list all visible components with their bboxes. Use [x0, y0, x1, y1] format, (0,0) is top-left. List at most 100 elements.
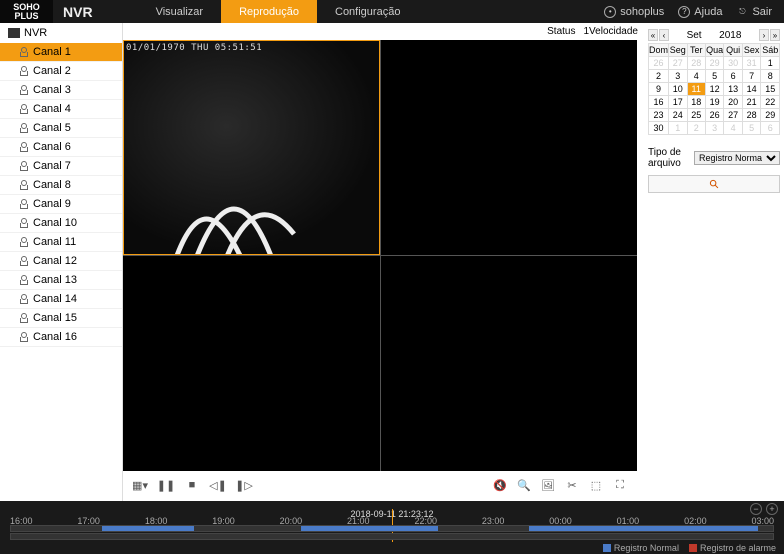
timeline[interactable]: − + 2018-09-11 21:23:12 16:0017:0018:001…: [0, 501, 784, 554]
video-cell-4[interactable]: [381, 256, 638, 471]
cal-day[interactable]: 16: [649, 96, 669, 109]
channel-item-3[interactable]: Canal 3: [0, 81, 122, 100]
cal-day[interactable]: 14: [742, 83, 761, 96]
channel-item-1[interactable]: Canal 1: [0, 43, 122, 62]
cal-day[interactable]: 27: [669, 57, 688, 70]
video-cell-2[interactable]: [381, 40, 638, 255]
cal-day[interactable]: 7: [742, 70, 761, 83]
cal-day[interactable]: 6: [761, 122, 780, 135]
cal-next-year[interactable]: »: [770, 29, 780, 41]
channel-item-15[interactable]: Canal 15: [0, 309, 122, 328]
layout-button[interactable]: ▦▾: [133, 478, 147, 492]
brand-label: NVR: [63, 4, 93, 20]
clip-icon[interactable]: ✂: [565, 478, 579, 492]
cal-day[interactable]: 19: [705, 96, 724, 109]
cal-day[interactable]: 28: [687, 57, 705, 70]
fullscreen-icon[interactable]: ⛶: [613, 478, 627, 492]
timeline-track-2[interactable]: [10, 533, 774, 540]
export-icon[interactable]: ⬚: [589, 478, 603, 492]
cal-day[interactable]: 15: [761, 83, 780, 96]
cal-day[interactable]: 27: [724, 109, 742, 122]
file-type-select[interactable]: Registro Norma: [694, 151, 780, 165]
tab-config[interactable]: Configuração: [317, 0, 418, 23]
cal-day[interactable]: 13: [724, 83, 742, 96]
channel-item-4[interactable]: Canal 4: [0, 100, 122, 119]
cal-weekday: Sáb: [761, 44, 780, 57]
cal-day[interactable]: 24: [669, 109, 688, 122]
stop-button[interactable]: ■: [185, 478, 199, 492]
cal-day[interactable]: 23: [649, 109, 669, 122]
cal-day[interactable]: 2: [649, 70, 669, 83]
cal-day[interactable]: 5: [742, 122, 761, 135]
timeline-zoom-in[interactable]: +: [766, 503, 778, 515]
channel-item-14[interactable]: Canal 14: [0, 290, 122, 309]
cal-day[interactable]: 31: [742, 57, 761, 70]
cal-day[interactable]: 22: [761, 96, 780, 109]
search-button[interactable]: [648, 175, 780, 193]
cal-day[interactable]: 25: [687, 109, 705, 122]
help-link[interactable]: ? Ajuda: [678, 6, 722, 18]
channel-item-5[interactable]: Canal 5: [0, 119, 122, 138]
tree-root[interactable]: NVR: [0, 23, 122, 43]
camera-icon: [18, 142, 28, 152]
cal-day[interactable]: 8: [761, 70, 780, 83]
channel-item-13[interactable]: Canal 13: [0, 271, 122, 290]
channel-item-11[interactable]: Canal 11: [0, 233, 122, 252]
camera-icon: [18, 275, 28, 285]
logo: SOHOPLUS: [0, 0, 53, 23]
cal-day[interactable]: 11: [687, 83, 705, 96]
cal-day[interactable]: 17: [669, 96, 688, 109]
tab-playback[interactable]: Reprodução: [221, 0, 317, 23]
cal-day[interactable]: 28: [742, 109, 761, 122]
camera-icon: [18, 85, 28, 95]
channel-item-16[interactable]: Canal 16: [0, 328, 122, 347]
main-tabs: Visualizar Reprodução Configuração: [138, 0, 419, 23]
channel-item-12[interactable]: Canal 12: [0, 252, 122, 271]
mute-icon[interactable]: 🔇: [493, 478, 507, 492]
cal-day[interactable]: 2: [687, 122, 705, 135]
cal-day[interactable]: 4: [724, 122, 742, 135]
cal-day[interactable]: 12: [705, 83, 724, 96]
cal-day[interactable]: 20: [724, 96, 742, 109]
video-cell-3[interactable]: [123, 256, 380, 471]
cal-prev-year[interactable]: «: [648, 29, 658, 41]
zoom-icon[interactable]: 🔍: [517, 478, 531, 492]
pause-button[interactable]: ❚❚: [159, 478, 173, 492]
cal-day[interactable]: 26: [705, 109, 724, 122]
step-fwd-button[interactable]: ❚▷: [237, 478, 251, 492]
camera-icon: [18, 199, 28, 209]
cal-day[interactable]: 4: [687, 70, 705, 83]
channel-item-6[interactable]: Canal 6: [0, 138, 122, 157]
cal-day[interactable]: 10: [669, 83, 688, 96]
video-cell-1[interactable]: 01/01/1970 THU 05:51:51: [123, 40, 380, 255]
cal-day[interactable]: 26: [649, 57, 669, 70]
cal-day[interactable]: 3: [669, 70, 688, 83]
user-menu[interactable]: • sohoplus: [604, 6, 664, 18]
logout-link[interactable]: ⎋ Sair: [736, 6, 772, 18]
cal-day[interactable]: 30: [649, 122, 669, 135]
timeline-track-1[interactable]: [10, 525, 774, 532]
channel-item-10[interactable]: Canal 10: [0, 214, 122, 233]
channel-item-9[interactable]: Canal 9: [0, 195, 122, 214]
snapshot-icon[interactable]: 🖼: [541, 478, 555, 492]
cal-day[interactable]: 9: [649, 83, 669, 96]
channel-item-2[interactable]: Canal 2: [0, 62, 122, 81]
cal-day[interactable]: 29: [705, 57, 724, 70]
cal-day[interactable]: 29: [761, 109, 780, 122]
channel-item-8[interactable]: Canal 8: [0, 176, 122, 195]
cal-day[interactable]: 5: [705, 70, 724, 83]
cal-day[interactable]: 1: [669, 122, 688, 135]
cal-day[interactable]: 1: [761, 57, 780, 70]
cal-day[interactable]: 6: [724, 70, 742, 83]
cal-weekday: Seg: [669, 44, 688, 57]
cal-day[interactable]: 30: [724, 57, 742, 70]
cal-next-month[interactable]: ›: [759, 29, 769, 41]
cal-day[interactable]: 3: [705, 122, 724, 135]
timeline-zoom-out[interactable]: −: [750, 503, 762, 515]
cal-day[interactable]: 21: [742, 96, 761, 109]
cal-prev-month[interactable]: ‹: [659, 29, 669, 41]
step-back-button[interactable]: ◁❚: [211, 478, 225, 492]
channel-item-7[interactable]: Canal 7: [0, 157, 122, 176]
tab-visualize[interactable]: Visualizar: [138, 0, 222, 23]
cal-day[interactable]: 18: [687, 96, 705, 109]
